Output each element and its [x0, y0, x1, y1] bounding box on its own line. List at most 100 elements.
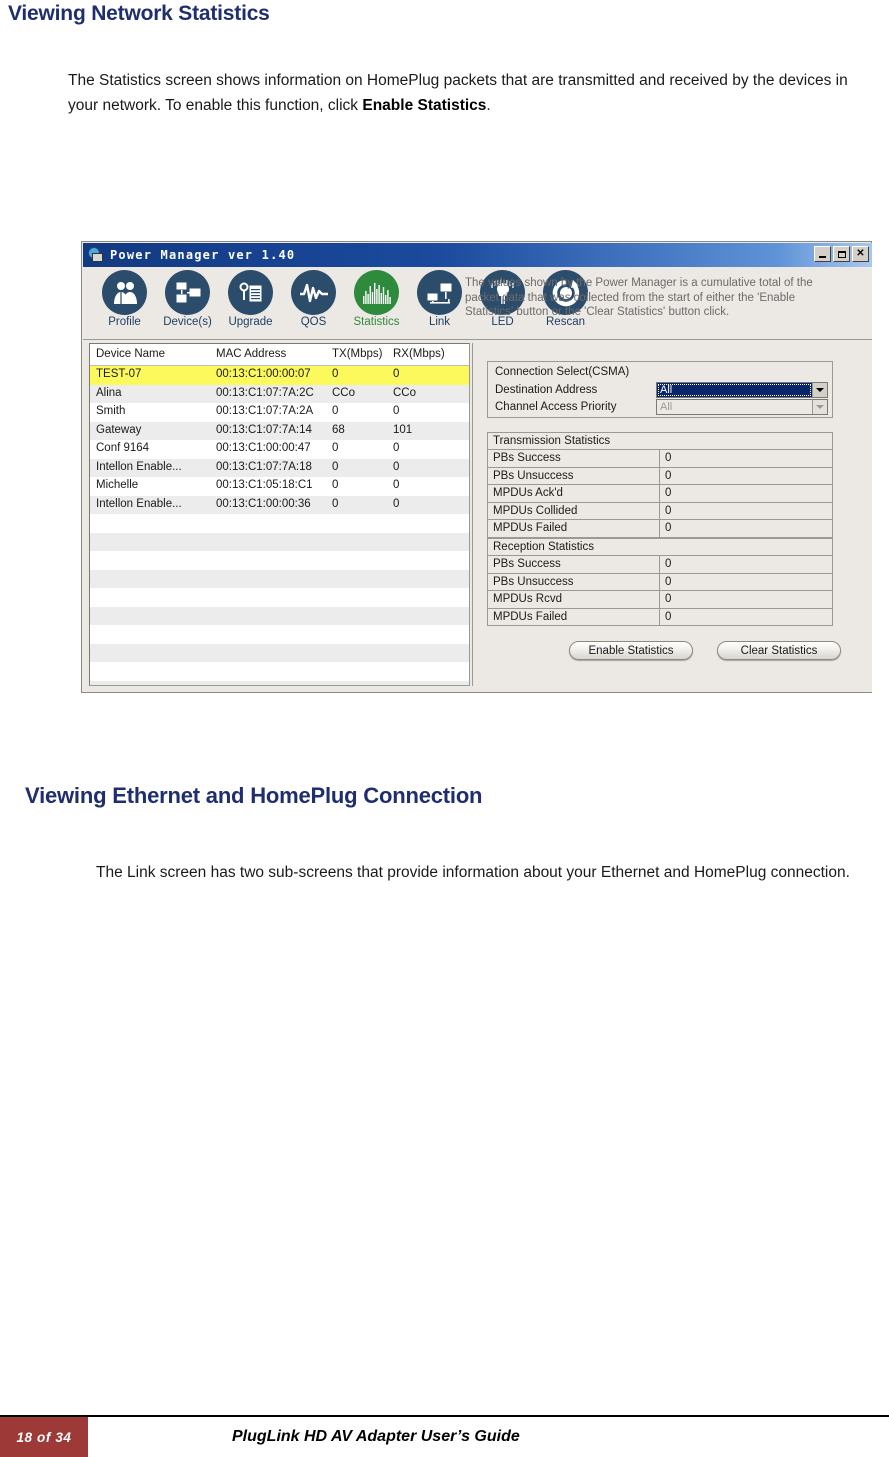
table-row[interactable]: Alina 00:13:C1:07:7A:2C CCo CCo [90, 384, 469, 403]
close-button[interactable]: ✕ [852, 246, 869, 262]
window-content: Device Name MAC Address TX(Mbps) RX(Mbps… [83, 340, 872, 692]
toolbar-label-statistics: Statistics [353, 316, 400, 328]
toolbar-label-profile: Profile [108, 316, 141, 328]
toolbar-item-statistics[interactable]: Statistics [346, 270, 407, 328]
table-row[interactable]: Smith 00:13:C1:07:7A:2A 0 0 [90, 403, 469, 422]
page-heading-ethernet-homeplug: Viewing Ethernet and HomePlug Connection [25, 783, 483, 808]
table-row[interactable]: Conf 9164 00:13:C1:00:00:47 0 0 [90, 440, 469, 459]
destination-address-dropdown[interactable]: All [656, 382, 828, 398]
device-cell-mac: 00:13:C1:00:00:36 [216, 497, 311, 510]
reception-stat-value: 0 [665, 610, 672, 623]
device-cell-tx: 0 [332, 405, 339, 417]
device-cell-name: Smith [96, 405, 126, 417]
device-cell-name: Conf 9164 [96, 442, 150, 454]
device-cell-rx: 0 [393, 405, 400, 417]
table-row-empty [90, 551, 469, 570]
device-cell-mac: 00:13:C1:00:00:47 [216, 442, 311, 454]
device-cell-tx: 0 [332, 442, 339, 454]
table-row[interactable]: Intellon Enable... 00:13:C1:00:00:36 0 0 [90, 495, 469, 514]
device-cell-name: Intellon Enable... [96, 460, 182, 473]
table-row[interactable]: Michelle 00:13:C1:05:18:C1 0 0 [90, 477, 469, 496]
reception-stat-label: MPDUs Rcvd [488, 591, 660, 608]
power-manager-window: Power Manager ver 1.40 ✕ Profile Device(… [81, 241, 872, 693]
channel-access-priority-label: Channel Access Priority [495, 401, 617, 413]
maximize-button[interactable] [833, 246, 850, 262]
reception-stat-label: PBs Unsuccess [488, 573, 660, 590]
minimize-button[interactable] [814, 246, 831, 262]
toolbar-item-qos[interactable]: QOS [283, 270, 344, 328]
window-titlebar[interactable]: Power Manager ver 1.40 ✕ [83, 243, 872, 267]
footer-document-title: PlugLink HD AV Adapter User’s Guide [232, 1428, 520, 1445]
transmission-stat-label: MPDUs Failed [488, 520, 660, 537]
table-row-empty [90, 625, 469, 644]
device-cell-mac: 00:13:C1:07:7A:2A [216, 405, 314, 417]
reception-stat-label: PBs Success [488, 556, 660, 573]
device-list-scrollbar[interactable] [472, 343, 479, 686]
transmission-stat-label: PBs Unsuccess [488, 467, 660, 484]
transmission-statistics-title: Transmission Statistics [488, 433, 832, 450]
table-row[interactable]: TEST-07 00:13:C1:00:00:07 0 0 [90, 366, 469, 385]
device-cell-tx: 68 [332, 423, 345, 436]
reception-stat-value: 0 [665, 558, 672, 571]
column-header-tx: TX(Mbps) [332, 348, 383, 360]
device-cell-rx: CCo [393, 386, 417, 399]
paragraph-ethernet-homeplug: The Link screen has two sub-screens that… [96, 864, 850, 881]
transmission-stat-label: PBs Success [488, 450, 660, 467]
reception-stat-value: 0 [665, 593, 672, 606]
device-cell-tx: 0 [332, 368, 339, 380]
device-cell-mac: 00:13:C1:07:7A:2C [216, 386, 314, 399]
footer-page-number: 18 of 34 [0, 1417, 88, 1457]
toolbar-item-link[interactable]: Link [409, 270, 470, 328]
clear-statistics-button[interactable]: Clear Statistics [717, 641, 841, 660]
column-header-device-name: Device Name [96, 348, 166, 360]
device-list-rows: TEST-07 00:13:C1:00:00:07 0 0 Alina 00:13:C1:… [90, 366, 469, 685]
transmission-stat-value: 0 [665, 452, 672, 465]
transmission-stat-row: PBs Success 0 [488, 450, 832, 468]
computers-icon [165, 270, 210, 315]
reception-stat-value: 0 [665, 575, 672, 588]
device-list-header: Device Name MAC Address TX(Mbps) RX(Mbps… [90, 344, 469, 366]
key-document-icon [228, 270, 273, 315]
device-cell-rx: 0 [393, 460, 400, 473]
device-cell-mac: 00:13:C1:05:18:C1 [216, 479, 313, 491]
statistics-buttons: Enable Statistics Clear Statistics [569, 641, 841, 660]
toolbar-item-devices[interactable]: Device(s) [157, 270, 218, 328]
device-cell-rx: 101 [393, 423, 413, 436]
toolbar-label-upgrade: Upgrade [228, 316, 273, 328]
chevron-down-icon[interactable] [812, 383, 827, 397]
channel-access-priority-value: All [660, 401, 673, 413]
toolbar: Profile Device(s) Upgrade QOS Statistics… [83, 267, 872, 340]
device-cell-rx: 0 [393, 442, 400, 454]
transmission-statistics-table: Transmission Statistics PBs Success 0 PBs … [487, 432, 833, 538]
channel-access-priority-dropdown[interactable]: All [656, 399, 828, 415]
transmission-stat-value: 0 [665, 469, 672, 482]
table-row[interactable]: Intellon Enable... 00:13:C1:07:7A:18 0 0 [90, 458, 469, 477]
paragraph-network-statistics: The Statistics screen shows information … [68, 68, 868, 118]
toolbar-item-upgrade[interactable]: Upgrade [220, 270, 281, 328]
device-cell-rx: 0 [393, 368, 400, 380]
reception-stat-row: PBs Unsuccess 0 [488, 573, 832, 591]
column-header-mac-address: MAC Address [216, 348, 287, 360]
transmission-stat-value: 0 [665, 504, 672, 517]
table-row-empty [90, 514, 469, 533]
page-heading-network-statistics: Viewing Network Statistics [8, 2, 270, 25]
transmission-stat-value: 0 [665, 522, 672, 535]
paragraph-bold-enable-statistics: Enable Statistics [362, 97, 487, 114]
table-row-empty [90, 532, 469, 551]
table-row-empty [90, 588, 469, 607]
device-cell-name: Michelle [96, 479, 139, 491]
toolbar-item-profile[interactable]: Profile [94, 270, 155, 328]
window-controls: ✕ [814, 246, 869, 262]
device-cell-tx: 0 [332, 497, 339, 510]
enable-statistics-button[interactable]: Enable Statistics [569, 641, 693, 660]
device-list-panel[interactable]: Device Name MAC Address TX(Mbps) RX(Mbps… [89, 343, 470, 686]
toolbar-label-qos: QOS [300, 316, 327, 328]
transmission-stat-label: MPDUs Collided [488, 502, 660, 519]
device-cell-name: Intellon Enable... [96, 497, 182, 510]
table-row[interactable]: Gateway 00:13:C1:07:7A:14 68 101 [90, 421, 469, 440]
transmission-stat-value: 0 [665, 487, 672, 500]
statistics-panel: Connection Select(CSMA) Destination Addr… [481, 343, 866, 686]
chevron-down-icon[interactable] [812, 400, 827, 414]
connection-select-group: Connection Select(CSMA) Destination Addr… [487, 361, 833, 418]
reception-stat-row: MPDUs Rcvd 0 [488, 591, 832, 609]
